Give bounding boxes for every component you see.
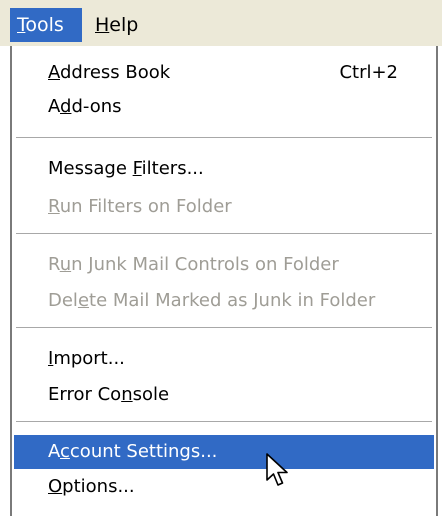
- menu-separator: [16, 421, 432, 422]
- menu-item-label: Delete Mail Marked as Junk in Folder: [48, 284, 375, 318]
- tools-dropdown-menu: Address Book Ctrl+2 Add-ons Message Filt…: [10, 46, 438, 516]
- menu-bar: Tools Help: [0, 0, 442, 46]
- menu-help[interactable]: Help: [88, 8, 154, 42]
- menu-item-label: Add-ons: [48, 90, 122, 124]
- arrow-cursor-icon: [266, 453, 288, 486]
- menu-item-error-console[interactable]: Error Console: [14, 378, 434, 412]
- menu-item-label: Message Filters...: [48, 152, 204, 186]
- menu-item-import[interactable]: Import...: [14, 342, 434, 376]
- menu-item-label: Run Filters on Folder: [48, 190, 232, 224]
- label-post: mport...: [53, 348, 125, 369]
- menu-item-label: Error Console: [48, 378, 169, 412]
- label-post: ddress Book: [60, 62, 171, 83]
- label-pre: A: [48, 96, 60, 117]
- menu-item-label: Address Book: [48, 56, 170, 90]
- menu-item-addons[interactable]: Add-ons: [14, 90, 434, 124]
- menu-separator: [16, 327, 432, 328]
- menu-item-run-filters: Run Filters on Folder: [14, 190, 434, 224]
- label-post: ilters...: [141, 158, 204, 179]
- menu-separator: [16, 233, 432, 234]
- label-accel: u: [59, 254, 72, 275]
- menu-item-address-book[interactable]: Address Book Ctrl+2: [14, 56, 434, 90]
- menu-tools-label-post: ools: [25, 14, 64, 36]
- menu-item-label: Run Junk Mail Controls on Folder: [48, 248, 339, 282]
- menu-separator: [16, 137, 432, 138]
- label-post: count Settings...: [69, 441, 218, 462]
- menu-item-label: Import...: [48, 342, 125, 376]
- label-post: un Filters on Folder: [59, 196, 232, 217]
- menu-item-options[interactable]: Options...: [14, 470, 434, 504]
- label-accel: F: [132, 158, 142, 179]
- menu-item-run-junk-controls: Run Junk Mail Controls on Folder: [14, 248, 434, 282]
- label-accel: c: [60, 441, 70, 462]
- label-post: sole: [132, 384, 170, 405]
- label-pre: A: [48, 441, 60, 462]
- label-post: ptions...: [62, 476, 135, 497]
- label-post: n Junk Mail Controls on Folder: [71, 254, 339, 275]
- menu-item-label: Account Settings...: [48, 435, 217, 469]
- menu-item-account-settings[interactable]: Account Settings...: [14, 435, 434, 469]
- menu-item-delete-junk: Delete Mail Marked as Junk in Folder: [14, 284, 434, 318]
- label-pre: R: [48, 254, 60, 275]
- label-accel: R: [48, 196, 60, 217]
- label-accel: A: [48, 62, 60, 83]
- label-accel: d: [60, 96, 72, 117]
- label-pre: Message: [48, 158, 133, 179]
- menu-item-shortcut: Ctrl+2: [339, 62, 398, 83]
- menu-tools[interactable]: Tools: [10, 8, 82, 42]
- label-accel: O: [48, 476, 63, 497]
- label-pre: Error Co: [48, 384, 122, 405]
- menu-help-label-post: elp: [109, 14, 139, 36]
- label-accel: e: [77, 290, 90, 311]
- menu-item-label: Options...: [48, 470, 135, 504]
- label-accel: n: [121, 384, 133, 405]
- menu-help-accel: H: [95, 14, 110, 36]
- label-post: te Mail Marked as Junk in Folder: [89, 290, 376, 311]
- label-pre: Del: [48, 290, 78, 311]
- menu-item-message-filters[interactable]: Message Filters...: [14, 152, 434, 186]
- label-post: d-ons: [71, 96, 122, 117]
